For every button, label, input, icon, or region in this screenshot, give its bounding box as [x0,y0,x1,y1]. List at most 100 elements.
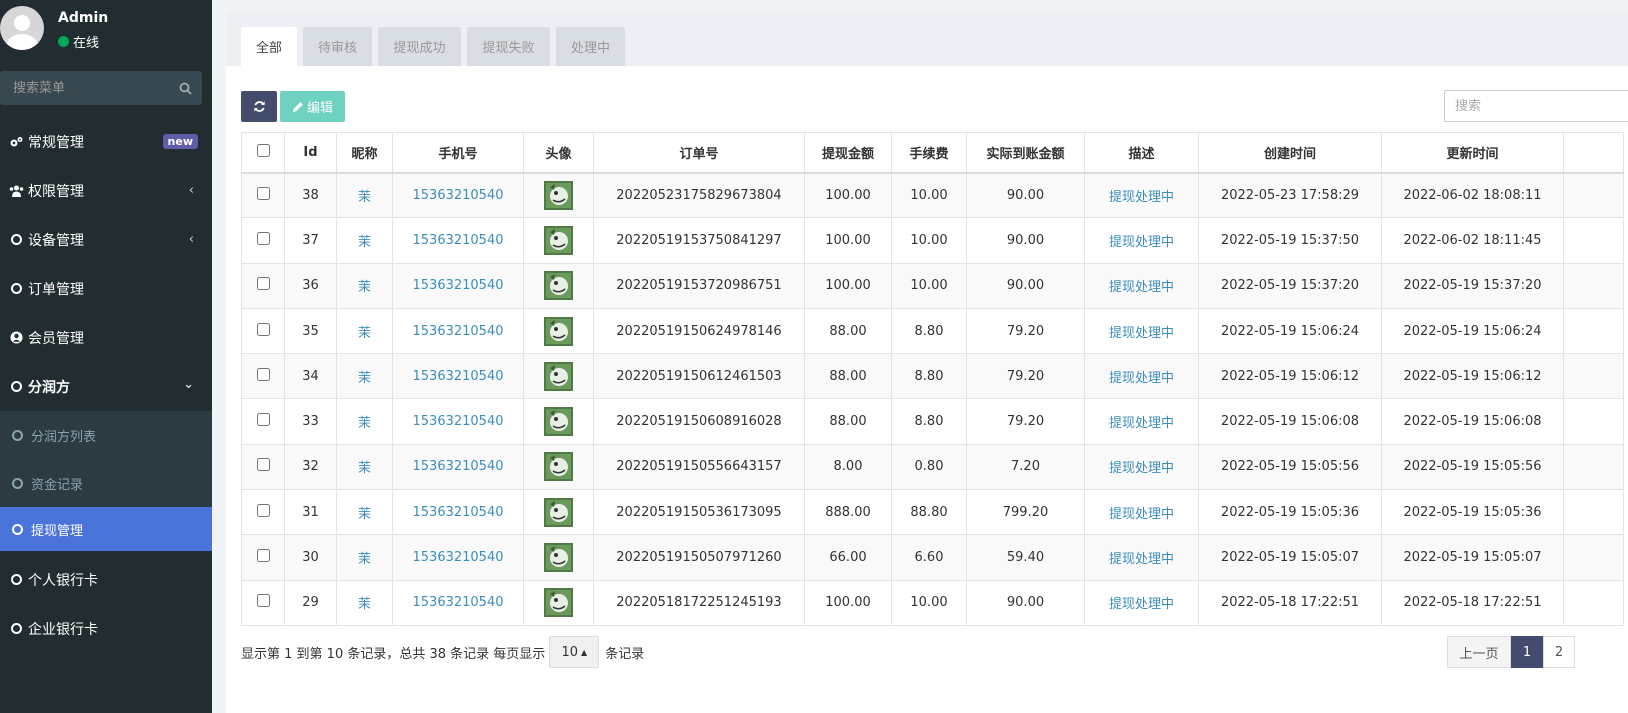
description-cell[interactable]: 提现处理中 [1084,443,1199,491]
user-avatar-image[interactable] [544,180,573,210]
phone-cell[interactable]: 15363210540 [392,171,524,219]
description-cell[interactable]: 提现处理中 [1084,534,1199,581]
nickname-cell-value[interactable]: 茉 [358,552,371,567]
row-checkbox[interactable] [256,549,270,563]
tab-processing[interactable]: 处理中 [556,27,625,66]
phone-cell-value[interactable]: 15363210540 [413,459,504,474]
nickname-cell-value[interactable]: 茉 [358,416,371,431]
description-cell[interactable]: 提现处理中 [1084,262,1199,309]
table-row[interactable]: 31 茉 15363210540 20220519150536173095 888.00… [241,489,1624,536]
description-cell-value[interactable]: 提现处理中 [1109,190,1174,205]
nickname-cell[interactable]: 茉 [336,171,393,219]
nickname-cell[interactable]: 茉 [336,307,393,355]
row-checkbox[interactable] [256,413,270,427]
column-header[interactable]: 描述 [1084,132,1199,174]
column-header[interactable]: 昵称 [336,132,393,174]
user-avatar-image[interactable] [544,452,573,482]
user-avatar-image[interactable] [544,588,573,618]
row-checkbox[interactable] [256,186,270,200]
description-cell-value[interactable]: 提现处理中 [1109,326,1174,341]
nickname-cell-value[interactable]: 茉 [358,190,371,205]
nickname-cell-value[interactable]: 茉 [358,371,371,386]
description-cell-value[interactable]: 提现处理中 [1109,235,1174,250]
phone-cell-value[interactable]: 15363210540 [413,188,504,203]
sidebar-item-personal-card[interactable]: 个人银行卡 [0,555,212,604]
description-cell[interactable]: 提现处理中 [1084,307,1199,355]
tab-failed[interactable]: 提现失败 [467,27,550,66]
sidebar-search-input[interactable] [0,71,170,105]
description-cell[interactable]: 提现处理中 [1084,171,1199,219]
nickname-cell[interactable]: 茉 [336,443,393,491]
column-header[interactable]: 实际到账金额 [966,132,1085,174]
phone-cell[interactable]: 15363210540 [392,353,524,400]
table-row[interactable]: 36 茉 15363210540 20220519153720986751 100.00… [241,262,1624,309]
description-cell[interactable]: 提现处理中 [1084,217,1199,264]
phone-cell[interactable]: 15363210540 [392,398,524,445]
description-cell-value[interactable]: 提现处理中 [1109,597,1174,612]
nickname-cell-value[interactable]: 茉 [358,326,371,341]
phone-cell-value[interactable]: 15363210540 [413,278,504,293]
nickname-cell-value[interactable]: 茉 [358,280,371,295]
phone-cell[interactable]: 15363210540 [392,262,524,309]
nickname-cell-value[interactable]: 茉 [358,235,371,250]
nickname-cell[interactable]: 茉 [336,217,393,264]
description-cell[interactable]: 提现处理中 [1084,353,1199,400]
sidebar-item-member[interactable]: 会员管理 [0,313,212,362]
refresh-button[interactable] [241,91,277,122]
tab-all[interactable]: 全部 [241,27,297,66]
phone-cell-value[interactable]: 15363210540 [413,550,504,565]
user-avatar-image[interactable] [544,497,573,527]
phone-cell-value[interactable]: 15363210540 [413,233,504,248]
row-checkbox[interactable] [256,458,270,472]
phone-cell-value[interactable]: 15363210540 [413,414,504,429]
table-row[interactable]: 37 茉 15363210540 20220519153750841297 100.00… [241,217,1624,264]
table-row[interactable]: 32 茉 15363210540 20220519150556643157 8.00 0.… [241,443,1624,491]
column-header[interactable]: 订单号 [593,132,805,174]
table-row[interactable]: 34 茉 15363210540 20220519150612461503 88.00 8… [241,353,1624,400]
column-header[interactable]: 手续费 [891,132,967,174]
sidebar-item-permission[interactable]: 权限管理 ‹ [0,166,212,215]
prev-page-button[interactable]: 上一页 [1447,636,1511,668]
table-row[interactable]: 38 茉 15363210540 20220523175829673804 100.00… [241,171,1624,219]
sidebar-item-withdraw[interactable]: 提现管理 [0,507,212,551]
row-checkbox[interactable] [256,594,270,608]
table-row[interactable]: 29 茉 15363210540 20220518172251245193 100.00… [241,579,1624,626]
column-header[interactable]: 创建时间 [1198,132,1382,174]
nickname-cell[interactable]: 茉 [336,353,393,400]
nickname-cell-value[interactable]: 茉 [358,461,371,476]
sidebar-item-order[interactable]: 订单管理 [0,264,212,313]
user-avatar-image[interactable] [544,225,573,255]
sidebar-item-device[interactable]: 设备管理 ‹ [0,215,212,264]
phone-cell[interactable]: 15363210540 [392,489,524,536]
phone-cell[interactable]: 15363210540 [392,579,524,626]
page-button[interactable]: 1 [1511,636,1543,668]
sidebar-item-fund-record[interactable]: 资金记录 [0,459,212,507]
row-checkbox[interactable] [256,231,270,245]
description-cell-value[interactable]: 提现处理中 [1109,416,1174,431]
phone-cell[interactable]: 15363210540 [392,534,524,581]
phone-cell-value[interactable]: 15363210540 [413,595,504,610]
edit-button[interactable]: 编辑 [280,91,345,122]
tab-success[interactable]: 提现成功 [378,27,461,66]
page-size-select[interactable]: 10 ▲ [549,636,600,668]
row-checkbox[interactable] [256,503,270,517]
description-cell-value[interactable]: 提现处理中 [1109,280,1174,295]
nickname-cell[interactable]: 茉 [336,534,393,581]
phone-cell[interactable]: 15363210540 [392,217,524,264]
phone-cell-value[interactable]: 15363210540 [413,505,504,520]
user-avatar-image[interactable] [544,271,573,301]
row-checkbox[interactable] [256,322,270,336]
user-avatar-image[interactable] [544,361,573,391]
phone-cell[interactable]: 15363210540 [392,443,524,491]
sidebar-item-company-card[interactable]: 企业银行卡 [0,604,212,653]
nickname-cell[interactable]: 茉 [336,398,393,445]
page-button[interactable]: 2 [1543,636,1575,668]
user-avatar-image[interactable] [544,316,573,346]
phone-cell-value[interactable]: 15363210540 [413,369,504,384]
row-checkbox[interactable] [256,277,270,291]
user-avatar-image[interactable] [544,407,573,437]
description-cell-value[interactable]: 提现处理中 [1109,552,1174,567]
column-header[interactable]: Id [284,132,337,174]
nickname-cell-value[interactable]: 茉 [358,597,371,612]
column-header[interactable]: 提现金额 [804,132,892,174]
